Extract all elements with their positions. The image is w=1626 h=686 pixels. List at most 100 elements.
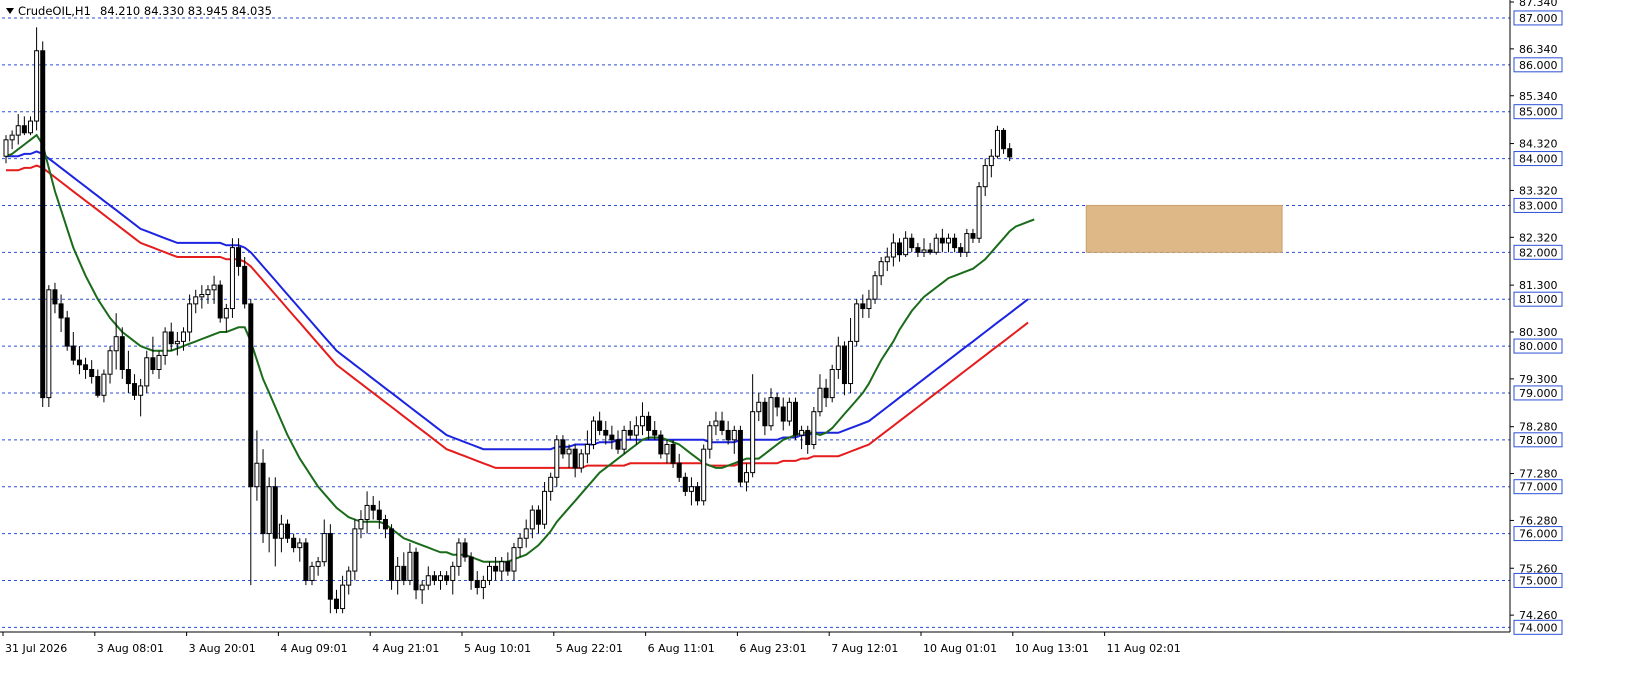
candle[interactable]	[872, 271, 878, 304]
candle-body	[799, 429, 805, 436]
price-level-tag: 87.000	[1513, 10, 1563, 26]
candle-body	[187, 303, 193, 333]
candle-body	[866, 298, 872, 310]
price-level-label: 85.000	[1519, 106, 1558, 119]
price-level-tag: 83.000	[1513, 197, 1563, 213]
candle-body	[768, 397, 774, 427]
symbol-label: CrudeOIL,H1	[18, 4, 91, 18]
price-level-tag: 79.000	[1513, 385, 1563, 401]
candle-body	[174, 340, 180, 345]
candle-body	[285, 523, 291, 539]
candle[interactable]	[591, 416, 597, 450]
candle-body	[848, 340, 854, 385]
candle-body	[964, 233, 970, 253]
candle-body	[340, 584, 346, 610]
candle[interactable]	[352, 519, 358, 581]
price-level-label: 80.000	[1519, 340, 1558, 353]
candle-body	[750, 411, 756, 474]
candle[interactable]	[229, 238, 235, 318]
candle-body	[505, 561, 511, 572]
candle[interactable]	[854, 299, 860, 347]
candle-body	[792, 401, 798, 436]
price-level-label: 74.000	[1519, 621, 1558, 634]
candle[interactable]	[217, 280, 223, 323]
candle-body	[266, 486, 272, 535]
x-tick-label: 31 Jul 2026	[5, 642, 67, 655]
candle-body	[119, 336, 125, 370]
candle-body	[113, 336, 119, 352]
candle-body	[21, 125, 27, 134]
candle-body	[994, 129, 1000, 157]
y-tick-label: 76.280	[1519, 514, 1558, 527]
zone-rectangle[interactable]	[1085, 204, 1283, 253]
candle-body	[548, 476, 554, 492]
candle-body	[811, 411, 817, 445]
candle-body	[817, 387, 823, 413]
x-tick-label: 5 Aug 10:01	[464, 642, 531, 655]
candle[interactable]	[701, 444, 707, 506]
candle-body	[46, 289, 52, 399]
candle[interactable]	[829, 364, 835, 403]
candle-body	[890, 242, 896, 258]
candle[interactable]	[964, 228, 970, 257]
candle-body	[780, 406, 786, 422]
candle-body	[450, 565, 456, 581]
candle-body	[535, 509, 541, 525]
candle-body	[401, 565, 407, 581]
x-tick-label: 4 Aug 21:01	[372, 642, 439, 655]
candle-body	[774, 397, 780, 408]
candle[interactable]	[792, 397, 798, 440]
candle-body	[646, 415, 652, 431]
candle[interactable]	[621, 425, 627, 454]
candle[interactable]	[994, 125, 1000, 159]
candle-body	[346, 570, 352, 586]
candle-body	[872, 275, 878, 300]
x-tick-label: 3 Aug 08:01	[97, 642, 164, 655]
price-level-label: 81.000	[1519, 293, 1558, 306]
x-tick-label: 7 Aug 12:01	[831, 642, 898, 655]
candle-body	[297, 542, 303, 549]
chart-header: CrudeOIL,H1 84.210 84.330 83.945 84.035	[6, 4, 272, 18]
candle-body	[633, 425, 639, 436]
candle-body	[327, 533, 333, 600]
candle-body	[682, 476, 688, 492]
x-tick-label: 10 Aug 01:01	[923, 642, 997, 655]
candle-body	[162, 331, 168, 356]
price-level-label: 84.000	[1519, 153, 1558, 166]
candle[interactable]	[976, 182, 982, 243]
candle[interactable]	[46, 285, 52, 407]
price-chart[interactable]: 87.340 86.340 85.340 84.320 83.320 82.320 81.3…	[0, 0, 1626, 686]
candle-body	[725, 429, 731, 441]
price-level-tag: 82.000	[1513, 244, 1563, 260]
y-tick-label: 85.340	[1519, 90, 1558, 103]
candle-body	[358, 519, 364, 530]
candle[interactable]	[786, 397, 792, 426]
x-tick-label: 5 Aug 22:01	[556, 642, 623, 655]
candle-body	[254, 462, 260, 488]
chart-background	[0, 0, 1626, 686]
candle-body	[138, 385, 144, 396]
candle[interactable]	[260, 449, 266, 543]
y-tick-label: 82.320	[1519, 231, 1558, 244]
candle[interactable]	[389, 524, 395, 590]
candle-body	[884, 256, 890, 263]
candle-body	[229, 247, 235, 310]
candle-body	[474, 579, 480, 588]
candle[interactable]	[658, 430, 664, 459]
candle-body	[554, 439, 560, 478]
candle-body	[915, 247, 921, 253]
candle-body	[897, 242, 903, 256]
candle[interactable]	[670, 439, 676, 468]
candle-body	[621, 429, 627, 450]
candle-body	[566, 448, 572, 455]
candle[interactable]	[737, 425, 743, 487]
candle-body	[542, 490, 548, 525]
candle[interactable]	[811, 407, 817, 450]
y-tick-label: 79.300	[1519, 373, 1558, 386]
candle[interactable]	[303, 538, 309, 586]
candle-body	[609, 434, 615, 441]
candle-body	[988, 155, 994, 167]
candle-body	[370, 504, 376, 511]
candle[interactable]	[40, 41, 46, 407]
candle-body	[309, 565, 315, 581]
